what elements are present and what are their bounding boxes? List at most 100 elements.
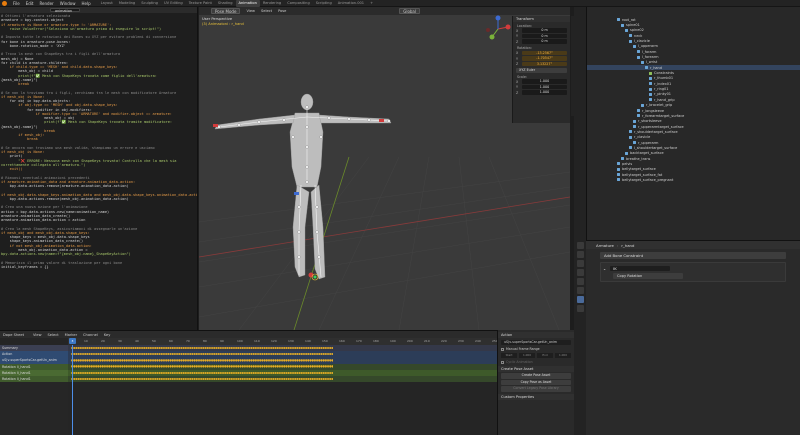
workspace-tab-uv-editing[interactable]: UV Editing xyxy=(161,0,186,7)
rotation-y-field[interactable]: -1.70547° xyxy=(522,56,567,61)
manual-frame-range-checkbox[interactable]: Manual Frame Range xyxy=(501,347,571,351)
workspace-tab-layout[interactable]: Layout xyxy=(98,0,116,7)
frame-tick-label: 210 xyxy=(424,339,430,343)
render-tab-icon[interactable] xyxy=(576,251,584,258)
orientation-label: Global xyxy=(403,8,416,14)
workspace-tab-shading[interactable]: Shading xyxy=(215,0,236,7)
keyframe-diamonds[interactable] xyxy=(71,371,333,374)
timeline-ruler[interactable]: 3 10 20 30 40 50 60 70 80 90 100 110 120 130 140 150 16… xyxy=(68,338,497,345)
blender-logo-icon[interactable] xyxy=(2,0,7,6)
workspace-tab-rendering[interactable]: Rendering xyxy=(260,0,284,7)
copy-rotation-field[interactable]: Copy Rotation xyxy=(613,273,683,279)
scene-tab-icon[interactable] xyxy=(576,269,584,276)
editor-type-label[interactable]: Dope Sheet xyxy=(0,333,27,337)
data-tab-icon[interactable] xyxy=(576,305,584,312)
pose-asset-section-header[interactable]: Create Pose Asset xyxy=(498,366,574,372)
dope-menu-view[interactable]: View xyxy=(30,333,45,337)
dope-menu-marker[interactable]: Marker xyxy=(62,333,80,337)
rotation-z-field[interactable]: 3.13227° xyxy=(522,61,567,67)
playhead[interactable] xyxy=(71,345,73,435)
outliner-row[interactable]: bellytarget_surface_pregnant xyxy=(587,177,800,182)
outliner-row-label: root_rot xyxy=(622,17,636,22)
keyframe-track[interactable] xyxy=(68,376,497,383)
viewport-menu-select[interactable]: Select xyxy=(258,9,275,13)
object-tab-icon[interactable] xyxy=(576,278,584,285)
end-value[interactable]: 1.000 xyxy=(555,353,571,358)
copy-pose-asset-button[interactable]: Copy Pose as Asset xyxy=(501,379,571,385)
frame-tick-label: 180 xyxy=(373,339,379,343)
rotation-x-field[interactable]: -13.2567° xyxy=(522,50,567,56)
workspace-tab-animation-001[interactable]: Animation.001 xyxy=(335,0,367,7)
workspace-tab-texture-paint[interactable]: Texture Paint xyxy=(186,0,215,7)
viewport-menu-pose[interactable]: Pose xyxy=(275,9,289,13)
custom-properties-label: Custom Properties xyxy=(501,394,535,399)
frame-tick-label: 120 xyxy=(271,339,277,343)
keyframe-tracks[interactable] xyxy=(68,345,497,435)
scale-z-field[interactable]: 1.000 xyxy=(522,90,567,95)
manual-frame-range-label: Manual Frame Range xyxy=(506,347,540,351)
custom-properties-section-header[interactable]: Custom Properties xyxy=(498,393,574,400)
location-y-field[interactable]: 0 m xyxy=(522,33,567,39)
menu-window[interactable]: Window xyxy=(57,1,79,6)
character-mesh[interactable] xyxy=(214,93,392,280)
outliner[interactable]: root_rot spine01 spine02 neck l_clavicle l_up… xyxy=(586,7,800,240)
mode-dropdown[interactable]: Pose Mode xyxy=(211,8,241,14)
bone-icon xyxy=(625,151,628,155)
start-value[interactable]: 1.000 xyxy=(519,353,535,358)
convert-legacy-pose-library-button[interactable]: Convert Legacy Pose Library xyxy=(501,386,571,392)
code-area[interactable]: # Ottieni l'armatura selezionata armature… xyxy=(0,13,197,270)
cyclic-animation-checkbox[interactable]: Cyclic Animation xyxy=(501,360,571,364)
action-name-field[interactable]: uS(v-superSportsCar-getUn_anim xyxy=(501,340,571,345)
scale-y-row: Y 1.000 xyxy=(516,84,567,90)
orientation-dropdown[interactable]: Global xyxy=(399,8,420,14)
keyframe-diamonds[interactable] xyxy=(71,359,333,362)
keyframe-diamonds[interactable] xyxy=(71,352,333,356)
scale-x-field[interactable]: 1.000 xyxy=(522,79,567,84)
dope-menu-key[interactable]: Key xyxy=(101,333,114,337)
dope-sheet[interactable]: Dope Sheet View Select Marker Channel Key 3 … xyxy=(0,330,497,435)
menu-render[interactable]: Render xyxy=(36,1,56,6)
frame-tick-label: 140 xyxy=(305,339,311,343)
dope-menu-select[interactable]: Select xyxy=(45,333,62,337)
keyframe-diamonds[interactable] xyxy=(71,365,333,368)
channel-list[interactable]: Summary Action uS(v-superSportsCar-getUn_a… xyxy=(0,345,68,435)
script-name-field[interactable]: animation xyxy=(50,7,80,13)
viewport-menu-view[interactable]: View xyxy=(243,9,258,13)
menu-edit[interactable]: Edit xyxy=(23,1,37,6)
tool-tab-icon[interactable] xyxy=(576,242,584,249)
output-tab-icon[interactable] xyxy=(576,260,584,267)
outliner-row-label: l_wrist xyxy=(646,60,658,65)
workspace-tab-compositing[interactable]: Compositing xyxy=(284,0,313,7)
rotation-mode-dropdown[interactable]: XYZ Euler xyxy=(516,67,567,73)
location-x-field[interactable]: 0 m xyxy=(522,28,567,33)
keyframe-diamonds[interactable] xyxy=(71,377,333,381)
workspace-tab-animation[interactable]: Animation xyxy=(235,0,260,7)
frame-range-fields: Start 1.000 End 1.000 xyxy=(501,353,571,358)
bone-icon xyxy=(637,114,640,118)
chevron-down-icon[interactable]: ⌄ xyxy=(603,266,606,271)
text-editor[interactable]: animation # Ottieni l'armatura seleziona… xyxy=(0,7,198,330)
dope-menu-channel[interactable]: Channel xyxy=(80,333,101,337)
current-frame-indicator[interactable]: 3 xyxy=(69,338,76,344)
workspace-tab--[interactable]: + xyxy=(367,0,376,7)
add-bone-constraint-button[interactable]: Add Bone Constraint xyxy=(600,252,786,259)
bone-tab-icon[interactable] xyxy=(576,287,584,294)
scale-y-field[interactable]: 1.000 xyxy=(522,84,567,90)
constraint-header[interactable]: ⌄ IK xyxy=(603,265,783,271)
navigation-gizmo[interactable] xyxy=(484,15,512,43)
menu-file[interactable]: File xyxy=(10,1,23,6)
action-section-header[interactable]: Action xyxy=(498,332,574,338)
bone-icon xyxy=(617,18,620,22)
workspace-tab-modeling[interactable]: Modeling xyxy=(116,0,138,7)
bone-constraint-tab-icon[interactable] xyxy=(576,296,584,303)
location-z-field[interactable]: 0 m xyxy=(522,39,567,44)
constraint-name-field[interactable]: IK xyxy=(610,265,671,271)
outliner-row-label: r_shouldertarget_surface xyxy=(634,129,678,134)
workspace-tab-scripting[interactable]: Scripting xyxy=(313,0,335,7)
workspace-tab-sculpting[interactable]: Sculpting xyxy=(138,0,161,7)
create-pose-asset-button[interactable]: Create Pose Asset xyxy=(501,373,571,379)
keyframe-diamonds[interactable] xyxy=(71,346,333,350)
transform-section-header[interactable]: Transform xyxy=(513,16,570,22)
menu-help[interactable]: Help xyxy=(78,1,93,6)
channel-row[interactable]: Rotation Ii_hand1 xyxy=(0,375,68,383)
